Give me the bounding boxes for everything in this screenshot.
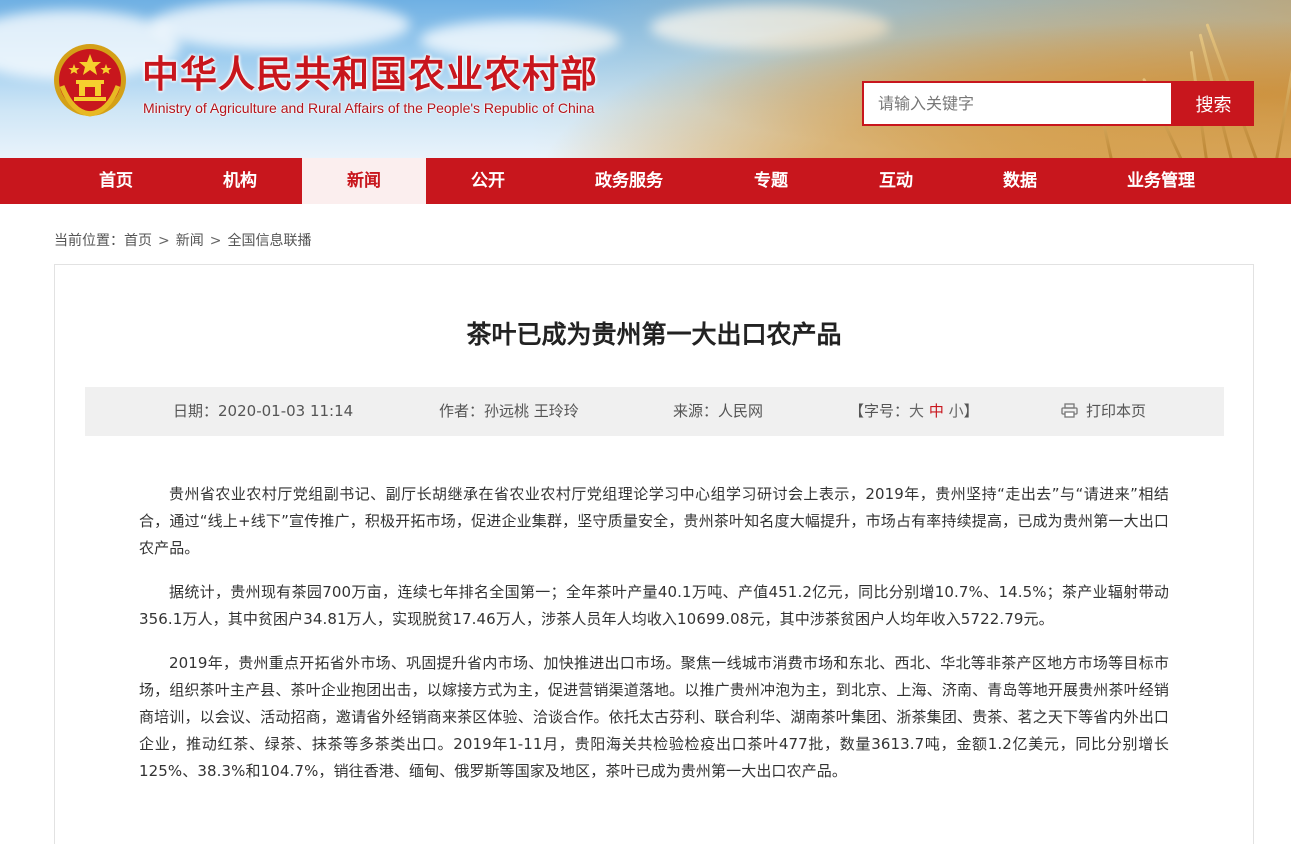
breadcrumb-prefix: 当前位置： [54,233,124,249]
font-size-medium[interactable]: 中 [929,402,944,420]
article-paragraph: 贵州省农业农村厅党组副书记、副厅长胡继承在省农业农村厅党组理论学习中心组学习研讨… [139,485,1169,557]
article-date: 日期：2020-01-03 11:14 [173,387,353,436]
article-source: 来源：人民网 [673,387,763,436]
cloud-decoration [150,0,410,50]
font-size-label: 【字号： [849,402,910,420]
nav-item-home[interactable]: 首页 [54,158,178,204]
date-value: 2020-01-03 11:14 [218,402,354,420]
source-label: 来源： [673,402,719,420]
nav-item-interaction[interactable]: 互动 [834,158,958,204]
font-size-large[interactable]: 大 [909,402,924,420]
print-page-button[interactable]: 打印本页 [1061,387,1146,436]
breadcrumb-separator: > [209,233,222,249]
author-value: 孙远桃 王玲玲 [484,402,579,420]
article-meta-bar: 日期：2020-01-03 11:14 作者：孙远桃 王玲玲 来源：人民网 【字… [85,387,1224,436]
nav-item-business-management[interactable]: 业务管理 [1082,158,1240,204]
article-body: 贵州省农业农村厅党组副书记、副厅长胡继承在省农业农村厅党组理论学习中心组学习研讨… [139,481,1169,802]
nav-item-organization[interactable]: 机构 [178,158,302,204]
font-size-close: 】 [963,402,979,420]
national-emblem-icon [54,44,126,117]
search-button[interactable]: 搜索 [1173,81,1254,126]
main-nav: 首页 机构 新闻 公开 政务服务 专题 互动 数据 业务管理 [0,158,1291,204]
nav-item-gov-services[interactable]: 政务服务 [550,158,708,204]
article-paragraph: 2019年，贵州重点开拓省外市场、巩固提升省内市场、加快推进出口市场。聚焦一线城… [139,654,1169,780]
site-title-en: Ministry of Agriculture and Rural Affair… [143,100,595,116]
search-input[interactable] [862,81,1173,126]
article-author: 作者：孙远桃 王玲玲 [439,387,579,436]
nav-item-data[interactable]: 数据 [958,158,1082,204]
breadcrumb-link-national-news[interactable]: 全国信息联播 [227,233,311,249]
breadcrumb-link-home[interactable]: 首页 [124,233,152,249]
site-header: 中华人民共和国农业农村部 Ministry of Agriculture and… [0,0,1291,158]
nav-item-news[interactable]: 新闻 [302,158,426,204]
printer-icon [1061,403,1078,418]
font-size-small[interactable]: 小 [949,402,964,420]
breadcrumb-separator: > [158,233,170,249]
print-label: 打印本页 [1086,402,1147,420]
nav-item-topics[interactable]: 专题 [708,158,834,204]
source-value: 人民网 [718,402,764,420]
breadcrumb-link-news[interactable]: 新闻 [176,233,204,249]
nav-item-public[interactable]: 公开 [426,158,550,204]
date-label: 日期： [173,402,219,420]
article-title: 茶叶已成为贵州第一大出口农产品 [466,320,842,349]
font-size-controls: 【字号：大 中 小】 [849,387,979,436]
article-container: 茶叶已成为贵州第一大出口农产品 日期：2020-01-03 11:14 作者：孙… [54,264,1254,844]
site-title-cn: 中华人民共和国农业农村部 [142,52,598,96]
breadcrumb: 当前位置：首页 > 新闻 > 全国信息联播 [54,230,311,250]
article-paragraph: 据统计，贵州现有茶园700万亩，连续七年排名全国第一；全年茶叶产量40.1万吨、… [139,583,1169,628]
author-label: 作者： [439,402,485,420]
wheat-field-background [531,0,1291,158]
